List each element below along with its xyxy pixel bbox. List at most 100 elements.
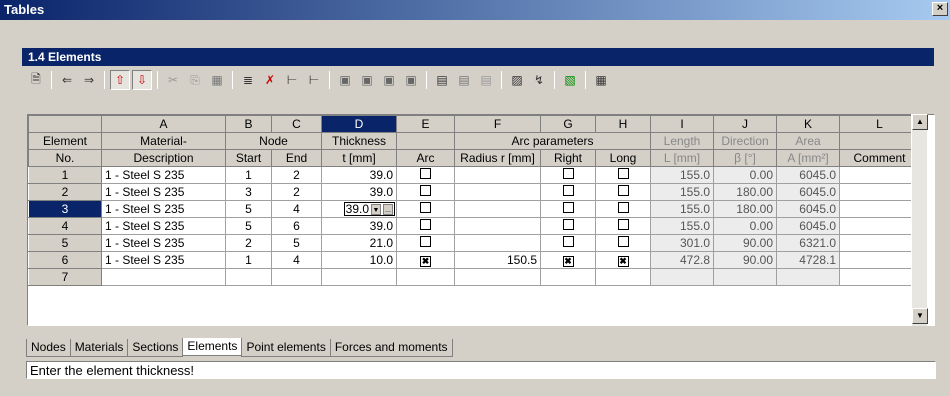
long-cell[interactable] (595, 200, 651, 218)
radius-cell[interactable] (454, 234, 541, 252)
arrow-left-icon[interactable]: ⇐ (57, 70, 77, 90)
node-start-cell[interactable] (225, 268, 272, 286)
thickness-cell[interactable]: 39.0 (321, 166, 397, 184)
col-c-icon[interactable]: ▣ (379, 70, 399, 90)
node-start-cell[interactable]: 3 (225, 183, 272, 201)
scroll-track[interactable] (912, 130, 927, 308)
insert-below-icon[interactable]: ⊢ (304, 70, 324, 90)
col-a-icon[interactable]: ▣ (335, 70, 355, 90)
thickness-cell[interactable]: 21.0 (321, 234, 397, 252)
tab-point-elements[interactable]: Point elements (241, 339, 331, 357)
checkbox-icon[interactable] (562, 236, 574, 247)
row-number[interactable]: 3 (28, 200, 102, 218)
cut-icon[interactable]: ✂ (163, 70, 183, 90)
insert-row-icon[interactable]: ≣ (238, 70, 258, 90)
tab-elements[interactable]: Elements (182, 338, 243, 356)
col-header-I[interactable]: I (650, 115, 714, 133)
right-cell[interactable]: ✖ (540, 251, 596, 269)
col-header-J[interactable]: J (713, 115, 777, 133)
material-cell[interactable]: 1 - Steel S 235 (101, 200, 226, 218)
radius-cell[interactable] (454, 217, 541, 235)
calculator-icon[interactable]: ▦ (591, 70, 611, 90)
long-cell[interactable] (595, 217, 651, 235)
long-cell[interactable] (595, 166, 651, 184)
checkbox-icon[interactable] (617, 219, 629, 230)
col-d-icon[interactable]: ▣ (401, 70, 421, 90)
row-number[interactable]: 1 (28, 166, 102, 184)
measure-icon[interactable]: ↯ (529, 70, 549, 90)
checked-box-icon[interactable]: ✖ (562, 256, 574, 267)
tab-forces-and-moments[interactable]: Forces and moments (329, 339, 453, 357)
checkbox-icon[interactable] (420, 236, 431, 247)
comment-cell[interactable] (839, 166, 920, 184)
long-cell[interactable] (595, 183, 651, 201)
select-up-icon[interactable]: ⇧ (110, 70, 130, 90)
arc-cell[interactable]: ✖ (396, 251, 455, 269)
arc-cell[interactable] (396, 200, 455, 218)
row-number[interactable]: 4 (28, 217, 102, 235)
row-number[interactable]: 2 (28, 183, 102, 201)
col-header-F[interactable]: F (454, 115, 541, 133)
table-c-icon[interactable]: ▤ (476, 70, 496, 90)
node-start-cell[interactable]: 2 (225, 234, 272, 252)
dropdown-arrow-icon[interactable]: ▼ (371, 203, 381, 215)
import-icon[interactable]: ▧ (560, 70, 580, 90)
checkbox-icon[interactable] (617, 202, 629, 213)
node-end-cell[interactable]: 5 (271, 234, 322, 252)
thickness-cell[interactable]: 39.0 ▼... (321, 200, 397, 218)
checkbox-icon[interactable] (562, 219, 574, 230)
material-cell[interactable]: 1 - Steel S 235 (101, 166, 226, 184)
thickness-edit-field[interactable]: 39.0 ▼... (343, 202, 395, 216)
scroll-down-icon[interactable]: ▼ (912, 308, 928, 324)
tab-sections[interactable]: Sections (127, 339, 184, 357)
col-header-A[interactable]: A (101, 115, 226, 133)
material-cell[interactable]: 1 - Steel S 235 (101, 183, 226, 201)
col-header-H[interactable]: H (595, 115, 651, 133)
long-cell[interactable]: ✖ (595, 251, 651, 269)
node-end-cell[interactable]: 2 (271, 183, 322, 201)
arc-cell[interactable] (396, 234, 455, 252)
col-header-B[interactable]: B (225, 115, 272, 133)
checkbox-icon[interactable] (562, 168, 574, 179)
arc-cell[interactable] (396, 268, 455, 286)
checkbox-icon[interactable] (562, 185, 574, 196)
thickness-cell[interactable]: 39.0 (321, 217, 397, 235)
right-cell[interactable] (540, 183, 596, 201)
right-cell[interactable] (540, 234, 596, 252)
row-number[interactable]: 5 (28, 234, 102, 252)
thickness-edit-value[interactable]: 39.0 (346, 202, 369, 216)
col-b-icon[interactable]: ▣ (357, 70, 377, 90)
edit-button[interactable]: ... (383, 203, 393, 215)
material-cell[interactable]: 1 - Steel S 235 (101, 217, 226, 235)
delete-row-icon[interactable]: ✗ (260, 70, 280, 90)
copy-icon[interactable]: ⎘ (185, 70, 205, 90)
comment-cell[interactable] (839, 183, 920, 201)
checkbox-icon[interactable] (617, 185, 629, 196)
tab-materials[interactable]: Materials (69, 339, 129, 357)
material-cell[interactable] (101, 268, 226, 286)
node-end-cell[interactable]: 4 (271, 251, 322, 269)
checkbox-icon[interactable] (420, 185, 431, 196)
arrow-right-icon[interactable]: ⇒ (79, 70, 99, 90)
vertical-scrollbar[interactable]: ▲ ▼ (911, 114, 928, 326)
properties-icon[interactable]: 🗎 (26, 70, 46, 90)
right-cell[interactable] (540, 166, 596, 184)
arc-cell[interactable] (396, 183, 455, 201)
row-number[interactable]: 7 (28, 268, 102, 286)
comment-cell[interactable] (839, 251, 920, 269)
radius-cell[interactable] (454, 200, 541, 218)
material-cell[interactable]: 1 - Steel S 235 (101, 251, 226, 269)
tab-nodes[interactable]: Nodes (26, 339, 71, 357)
node-start-cell[interactable]: 5 (225, 217, 272, 235)
col-header-L[interactable]: L (839, 115, 920, 133)
row-number[interactable]: 6 (28, 251, 102, 269)
paste-icon[interactable]: ▦ (207, 70, 227, 90)
arc-cell[interactable] (396, 217, 455, 235)
thickness-cell[interactable]: 39.0 (321, 183, 397, 201)
comment-cell[interactable] (839, 268, 920, 286)
checkbox-icon[interactable] (562, 202, 574, 213)
graphic-icon[interactable]: ▨ (507, 70, 527, 90)
checkbox-icon[interactable] (420, 168, 431, 179)
comment-cell[interactable] (839, 217, 920, 235)
comment-cell[interactable] (839, 234, 920, 252)
